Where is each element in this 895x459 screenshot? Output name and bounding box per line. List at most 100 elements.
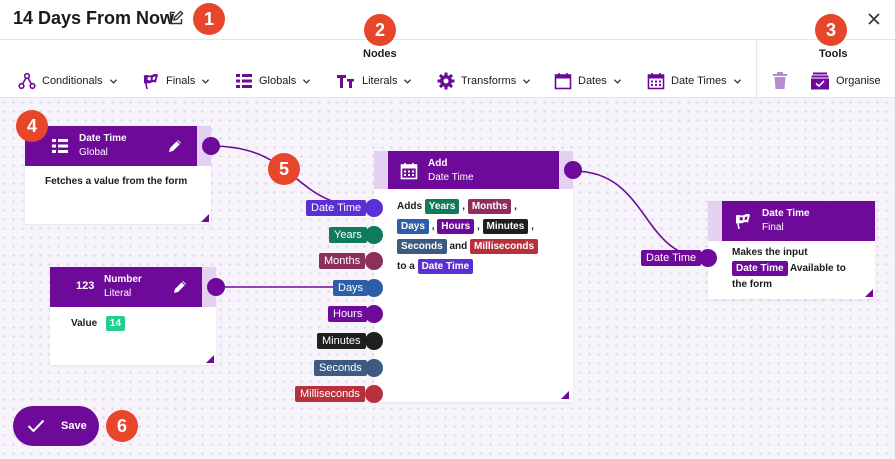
milliseconds-chip: Milliseconds xyxy=(470,238,539,254)
globals-menu-label: Globals xyxy=(259,75,297,87)
and-text: and xyxy=(449,241,468,252)
add-node-name: Add xyxy=(428,158,448,169)
transforms-menu-label: Transforms xyxy=(461,75,517,87)
conditionals-menu[interactable]: Conditionals xyxy=(18,71,118,91)
gear-icon xyxy=(437,72,455,90)
final-datetime-chip: Date Time xyxy=(732,261,788,276)
input-port-datetime[interactable] xyxy=(365,199,383,217)
literals-menu[interactable]: Literals xyxy=(336,71,412,91)
input-label-hours: Hours xyxy=(328,306,368,322)
input-port-months[interactable] xyxy=(365,252,383,270)
list-icon xyxy=(52,139,68,153)
finals-menu-label: Finals xyxy=(166,75,196,87)
number-node-kind: Literal xyxy=(104,288,132,299)
input-port-hours[interactable] xyxy=(365,305,383,323)
step-badge-5: 5 xyxy=(268,153,300,185)
global-output-port[interactable] xyxy=(202,137,220,155)
input-port-milliseconds[interactable] xyxy=(365,385,383,403)
number-node-header[interactable]: 123 Number Literal xyxy=(50,267,202,307)
nodes-section-title: Nodes xyxy=(363,48,397,60)
chevron-down-icon xyxy=(109,78,117,84)
calendar-grid-icon xyxy=(400,163,418,180)
save-button[interactable]: Save xyxy=(13,406,99,446)
resize-handle[interactable] xyxy=(201,214,209,222)
comma-text: , xyxy=(431,221,435,232)
chevron-down-icon xyxy=(523,78,531,84)
input-label-milliseconds: Milliseconds xyxy=(295,386,365,402)
to-a-text: to a xyxy=(397,261,415,272)
global-node-description: Fetches a value from the form xyxy=(45,176,188,187)
chevron-down-icon xyxy=(202,78,210,84)
final-input-label: Date Time xyxy=(641,250,702,266)
finals-menu[interactable]: Finals xyxy=(142,71,210,91)
tools-section-title: Tools xyxy=(819,48,848,60)
input-port-days[interactable] xyxy=(365,279,383,297)
toolbar-divider xyxy=(756,40,757,98)
organise-icon xyxy=(811,72,829,90)
final-node-description: Makes the input Date Time Available to t… xyxy=(732,245,862,293)
global-node-kind: Global xyxy=(79,147,108,158)
datetime-chip: Date Time xyxy=(417,258,474,274)
number-node-body: Value 14 xyxy=(71,314,126,334)
transforms-menu[interactable]: Transforms xyxy=(437,71,531,91)
final-text-2: Available to xyxy=(790,263,846,275)
final-node-header[interactable]: Date Time Final xyxy=(722,201,875,241)
value-label: Value xyxy=(71,318,98,329)
final-text-1: Makes the input xyxy=(732,247,808,258)
input-label-datetime: Date Time xyxy=(306,200,367,216)
input-port-minutes[interactable] xyxy=(365,332,383,350)
dates-menu-label: Dates xyxy=(578,75,607,87)
number-output-port[interactable] xyxy=(207,278,225,296)
save-label: Save xyxy=(61,420,87,432)
input-port-seconds[interactable] xyxy=(365,359,383,377)
years-chip: Years xyxy=(424,198,460,214)
global-datetime-node[interactable]: Date Time Global Fetches a value from th… xyxy=(25,126,211,224)
final-datetime-node[interactable]: Date Time Final Makes the input Date Tim… xyxy=(708,201,875,299)
final-node-kind: Final xyxy=(762,222,784,233)
resize-handle[interactable] xyxy=(865,289,873,297)
months-chip: Months xyxy=(467,198,512,214)
number-literal-node[interactable]: 123 Number Literal Value 14 xyxy=(50,267,216,365)
resize-handle[interactable] xyxy=(561,391,569,399)
date-times-menu-label: Date Times xyxy=(671,75,727,87)
hours-chip: Hours xyxy=(437,218,475,234)
number-value-chip: 14 xyxy=(105,315,126,331)
input-label-minutes: Minutes xyxy=(317,333,366,349)
step-badge-1: 1 xyxy=(193,3,225,35)
calendar-grid-icon xyxy=(647,73,665,90)
global-node-name: Date Time xyxy=(79,133,127,144)
add-output-port[interactable] xyxy=(564,161,582,179)
comma-text: , xyxy=(462,201,466,212)
resize-handle[interactable] xyxy=(206,355,214,363)
organise-button[interactable]: Organise xyxy=(810,71,881,91)
adds-text: Adds xyxy=(397,201,422,212)
dates-menu[interactable]: Dates xyxy=(554,71,622,91)
literals-menu-label: Literals xyxy=(362,75,398,87)
final-input-port[interactable] xyxy=(699,249,717,267)
flag-icon xyxy=(735,214,750,230)
node-toolbar: Nodes Tools Conditionals Finals Globals xyxy=(0,40,895,98)
organise-label: Organise xyxy=(836,75,881,87)
close-icon[interactable] xyxy=(866,11,882,27)
date-times-menu[interactable]: Date Times xyxy=(647,71,742,91)
number-node-name: Number xyxy=(104,274,142,285)
number-icon: 123 xyxy=(76,280,95,292)
pencil-icon[interactable] xyxy=(167,138,183,154)
step-badge-3: 3 xyxy=(815,14,847,46)
chevron-down-icon xyxy=(404,78,412,84)
add-node-description: Adds Years , Months , Days , Hours , Min… xyxy=(397,197,557,277)
globals-menu[interactable]: Globals xyxy=(235,71,311,91)
edit-title-icon[interactable] xyxy=(168,10,184,26)
page-title: 14 Days From Now xyxy=(13,8,175,28)
input-port-years[interactable] xyxy=(365,226,383,244)
comma-text: , xyxy=(476,221,480,232)
global-node-header[interactable]: Date Time Global xyxy=(25,126,197,166)
add-datetime-node[interactable]: Add Date Time Adds Years , Months , Days… xyxy=(374,151,573,402)
pencil-icon[interactable] xyxy=(172,279,188,295)
delete-button[interactable] xyxy=(772,71,788,91)
trash-icon xyxy=(773,72,787,89)
add-node-header[interactable]: Add Date Time xyxy=(388,151,559,189)
step-badge-4: 4 xyxy=(16,110,48,142)
comma-text: , xyxy=(531,221,534,232)
chevron-down-icon xyxy=(733,78,741,84)
